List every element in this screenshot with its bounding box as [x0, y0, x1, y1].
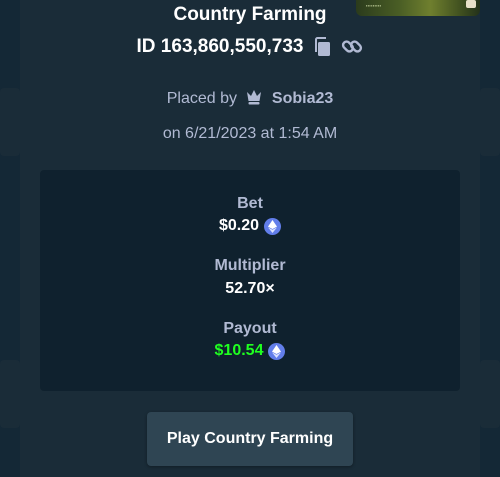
- bet-id: ID 163,860,550,733: [136, 36, 304, 57]
- bet-details-modal: ▪▪▪▪▪▪▪▪▪ Country Farming ID 163,860,550…: [20, 0, 480, 477]
- bet-id-row: ID 163,860,550,733: [20, 36, 480, 58]
- payout-amount-row: $10.54: [40, 342, 460, 360]
- ethereum-icon: [264, 217, 282, 235]
- bet-label: Bet: [237, 195, 263, 212]
- payout-amount: $10.54: [214, 342, 264, 359]
- copy-icon[interactable]: [311, 36, 333, 58]
- bet-stats-panel: Bet $0.20 Multiplier 52.70× Payout $10.5…: [40, 170, 460, 391]
- background-panel-left: [0, 360, 20, 428]
- play-game-button[interactable]: Play Country Farming: [147, 412, 353, 466]
- link-icon[interactable]: [341, 36, 363, 58]
- vip-crown-icon: [245, 88, 263, 111]
- placed-by-row: Placed by Sobia23: [20, 88, 480, 111]
- background-panel-left: [0, 88, 20, 156]
- game-title: Country Farming: [173, 4, 327, 25]
- placed-date: on 6/21/2023 at 1:54 AM: [162, 125, 338, 142]
- ethereum-icon: [268, 342, 286, 360]
- multiplier-label: Multiplier: [214, 257, 286, 274]
- bet-amount-row: $0.20: [40, 217, 460, 235]
- payout-label: Payout: [223, 320, 277, 337]
- placed-by-label: Placed by: [166, 90, 237, 107]
- background-panel-right: [480, 88, 500, 156]
- username[interactable]: Sobia23: [272, 90, 333, 107]
- bet-amount: $0.20: [218, 217, 260, 234]
- multiplier-value: 52.70×: [225, 280, 275, 297]
- background-panel-right: [480, 360, 500, 428]
